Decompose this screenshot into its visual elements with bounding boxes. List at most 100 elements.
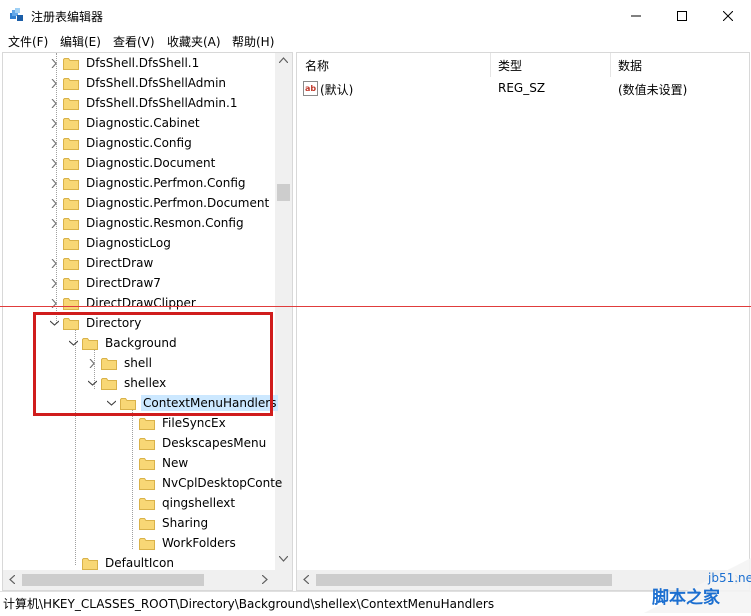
folder-icon xyxy=(139,437,155,450)
string-value-icon: ab xyxy=(303,81,318,96)
chevron-right-icon[interactable] xyxy=(47,276,61,290)
tree-item-label: DiagnosticLog xyxy=(86,236,171,250)
chevron-right-icon[interactable] xyxy=(47,216,61,230)
chevron-right-icon[interactable] xyxy=(47,176,61,190)
column-header-data[interactable]: 数据 xyxy=(610,53,749,77)
chevron-right-icon[interactable] xyxy=(47,116,61,130)
tree-item[interactable]: DirectDraw xyxy=(47,253,155,273)
tree-item-label: New xyxy=(162,456,189,470)
scroll-right-icon[interactable] xyxy=(262,575,268,584)
tree-item[interactable]: DirectDrawClipper xyxy=(47,293,198,313)
tree-item[interactable]: NvCplDesktopConte xyxy=(123,473,284,493)
chevron-right-icon[interactable] xyxy=(47,136,61,150)
tree-item[interactable]: Diagnostic.Cabinet xyxy=(47,113,202,133)
tree-item[interactable]: DfsShell.DfsShell.1 xyxy=(47,53,201,73)
tree-item[interactable]: DfsShell.DfsShellAdmin.1 xyxy=(47,93,240,113)
maximize-icon xyxy=(677,10,687,21)
tree-item[interactable]: Diagnostic.Perfmon.Config xyxy=(47,173,248,193)
chevron-right-icon[interactable] xyxy=(47,256,61,270)
folder-icon xyxy=(139,517,155,530)
tree-item-label: DfsShell.DfsShellAdmin.1 xyxy=(86,96,238,110)
tree-item-label: DirectDraw7 xyxy=(86,276,161,290)
chevron-right-icon[interactable] xyxy=(47,96,61,110)
tree-item-label: WorkFolders xyxy=(162,536,236,550)
tree-item[interactable]: Diagnostic.Document xyxy=(47,153,217,173)
chevron-right-icon[interactable] xyxy=(47,156,61,170)
tree-item[interactable]: Diagnostic.Config xyxy=(47,133,194,153)
tree-item-label: NvCplDesktopConte xyxy=(162,476,283,490)
tree-horizontal-scrollbar[interactable] xyxy=(3,570,292,590)
tree-item[interactable]: DefaultIcon xyxy=(66,553,176,573)
tree-item-label: DfsShell.DfsShell.1 xyxy=(86,56,200,70)
tree-item-label: Diagnostic.Cabinet xyxy=(86,116,200,130)
maximize-button[interactable] xyxy=(659,0,705,31)
values-list[interactable]: 名称 类型 数据 ab (默认) REG_SZ (数值未设置) xyxy=(296,52,750,591)
current-key-path: 计算机\HKEY_CLASSES_ROOT\Directory\Backgrou… xyxy=(3,597,495,611)
folder-icon xyxy=(63,297,79,310)
tree-item[interactable]: FileSyncEx xyxy=(123,413,228,433)
tree-item-label: Diagnostic.Perfmon.Document xyxy=(86,196,270,210)
tree-horizontal-thumb[interactable] xyxy=(22,574,204,586)
chevron-right-icon[interactable] xyxy=(47,196,61,210)
folder-icon xyxy=(63,217,79,230)
minimize-button[interactable] xyxy=(613,0,659,31)
title-bar: 注册表编辑器 xyxy=(0,0,751,31)
menu-favorites[interactable]: 收藏夹(A) xyxy=(167,33,221,50)
chevron-right-icon[interactable] xyxy=(47,76,61,90)
menu-file[interactable]: 文件(F) xyxy=(8,33,48,50)
chevron-right-icon[interactable] xyxy=(47,56,61,70)
minimize-icon xyxy=(631,15,641,16)
tree-item-label: DirectDrawClipper xyxy=(86,296,196,310)
scroll-down-icon[interactable] xyxy=(279,556,288,562)
column-header-type[interactable]: 类型 xyxy=(490,53,610,77)
tree-item-label: DefaultIcon xyxy=(105,556,174,570)
tree-item[interactable]: Sharing xyxy=(123,513,210,533)
scroll-left-icon[interactable] xyxy=(9,575,15,584)
chevron-right-icon[interactable] xyxy=(47,296,61,310)
tree-item-label: Diagnostic.Config xyxy=(86,136,192,150)
column-header-name[interactable]: 名称 xyxy=(297,53,490,77)
folder-icon xyxy=(63,157,79,170)
menu-view[interactable]: 查看(V) xyxy=(113,33,155,50)
tree-item[interactable]: DeskscapesMenu xyxy=(123,433,268,453)
folder-icon xyxy=(139,417,155,430)
tree-item[interactable]: qingshellext xyxy=(123,493,237,513)
value-row[interactable]: ab (默认) REG_SZ (数值未设置) xyxy=(297,80,749,98)
value-type: REG_SZ xyxy=(498,81,546,95)
svg-text:ab: ab xyxy=(305,84,316,93)
value-data: (数值未设置) xyxy=(618,83,688,97)
tree-item[interactable]: DirectDraw7 xyxy=(47,273,163,293)
tree-vertical-thumb[interactable] xyxy=(277,184,290,201)
watermark-site: jb51.net xyxy=(707,571,751,585)
close-button[interactable] xyxy=(705,0,751,31)
folder-icon xyxy=(63,237,79,250)
tree-item[interactable]: Diagnostic.Perfmon.Document xyxy=(47,193,271,213)
folder-icon xyxy=(82,557,98,570)
tree-item[interactable]: WorkFolders xyxy=(123,533,238,553)
scroll-left-icon[interactable] xyxy=(303,575,309,584)
annotation-line xyxy=(0,306,751,307)
menu-edit[interactable]: 编辑(E) xyxy=(60,33,101,50)
status-bar: 计算机\HKEY_CLASSES_ROOT\Directory\Backgrou… xyxy=(0,591,751,614)
folder-icon xyxy=(63,117,79,130)
folder-icon xyxy=(139,457,155,470)
watermark: jb51.net 脚本之家 xyxy=(644,558,751,613)
close-icon xyxy=(723,10,733,21)
scroll-up-icon[interactable] xyxy=(279,57,288,63)
watermark-graphic: jb51.net 脚本之家 xyxy=(644,558,751,613)
folder-icon xyxy=(63,97,79,110)
list-horizontal-thumb[interactable] xyxy=(316,574,612,586)
tree-item[interactable]: Diagnostic.Resmon.Config xyxy=(47,213,246,233)
menu-help[interactable]: 帮助(H) xyxy=(232,33,274,50)
menu-bar: 文件(F) 编辑(E) 查看(V) 收藏夹(A) 帮助(H) xyxy=(0,31,751,51)
tree-item[interactable]: New xyxy=(123,453,190,473)
tree-item[interactable]: DiagnosticLog xyxy=(47,233,173,253)
tree-item[interactable]: DfsShell.DfsShellAdmin xyxy=(47,73,228,93)
